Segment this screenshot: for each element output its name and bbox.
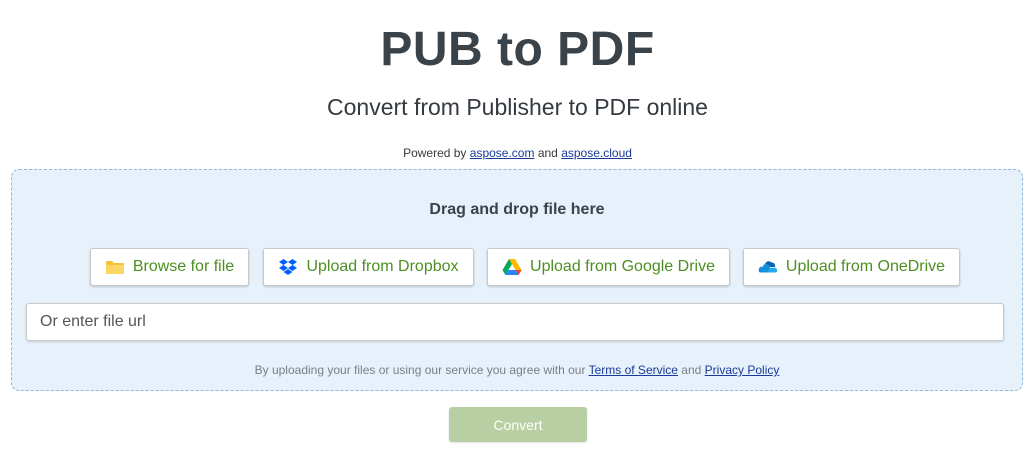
dropbox-upload-button[interactable]: Upload from Dropbox: [263, 248, 474, 286]
dropbox-icon: [278, 258, 298, 276]
powered-and: and: [537, 146, 558, 160]
privacy-policy-link[interactable]: Privacy Policy: [705, 363, 780, 377]
google-drive-upload-button[interactable]: Upload from Google Drive: [487, 248, 730, 286]
page-title: PUB to PDF: [380, 23, 655, 76]
terms-notice: By uploading your files or using our ser…: [12, 363, 1022, 377]
terms-prefix: By uploading your files or using our ser…: [254, 363, 586, 377]
aspose-cloud-link[interactable]: aspose.cloud: [561, 146, 632, 160]
browse-file-button[interactable]: Browse for file: [90, 248, 249, 286]
powered-by: Powered by aspose.com and aspose.cloud: [0, 146, 1035, 160]
terms-and: and: [681, 363, 702, 377]
page-subtitle: Convert from Publisher to PDF online: [327, 94, 708, 120]
google-drive-upload-label: Upload from Google Drive: [530, 258, 715, 275]
page: PUB to PDF Convert from Publisher to PDF…: [0, 0, 1035, 452]
drag-drop-label: Drag and drop file here: [429, 201, 605, 218]
google-drive-icon: [502, 258, 522, 276]
terms-of-service-link[interactable]: Terms of Service: [589, 363, 678, 377]
convert-button[interactable]: Convert: [449, 407, 587, 442]
onedrive-icon: [758, 258, 778, 276]
browse-file-label: Browse for file: [132, 258, 235, 275]
folder-icon: [105, 258, 125, 276]
aspose-com-link[interactable]: aspose.com: [470, 146, 535, 160]
file-url-input[interactable]: [26, 303, 1004, 341]
file-dropzone[interactable]: Drag and drop file here Browse for file: [11, 169, 1023, 391]
dropbox-upload-label: Upload from Dropbox: [306, 258, 459, 275]
onedrive-upload-label: Upload from OneDrive: [785, 258, 946, 275]
powered-prefix: Powered by: [403, 146, 467, 160]
onedrive-upload-button[interactable]: Upload from OneDrive: [743, 248, 960, 286]
